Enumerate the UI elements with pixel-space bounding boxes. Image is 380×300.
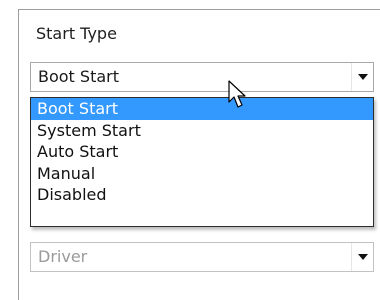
option-manual[interactable]: Manual — [31, 163, 373, 185]
option-system-start[interactable]: System Start — [31, 120, 373, 142]
option-disabled[interactable]: Disabled — [31, 184, 373, 206]
mouse-pointer-icon — [228, 80, 246, 108]
start-type-combobox[interactable]: Boot Start — [30, 62, 374, 92]
option-auto-start[interactable]: Auto Start — [31, 141, 373, 163]
start-type-dropdown-list: Boot Start System Start Auto Start Manua… — [30, 97, 374, 227]
type-dropdown-button[interactable] — [351, 243, 373, 271]
option-boot-start[interactable]: Boot Start — [31, 98, 373, 120]
start-type-label: Start Type — [36, 24, 117, 43]
start-type-selected-value: Boot Start — [38, 67, 119, 86]
chevron-down-icon — [357, 254, 368, 260]
start-type-dropdown-button[interactable] — [351, 63, 373, 91]
chevron-down-icon — [357, 74, 368, 80]
type-selected-value: Driver — [38, 247, 88, 266]
type-combobox[interactable]: Driver — [30, 242, 374, 272]
